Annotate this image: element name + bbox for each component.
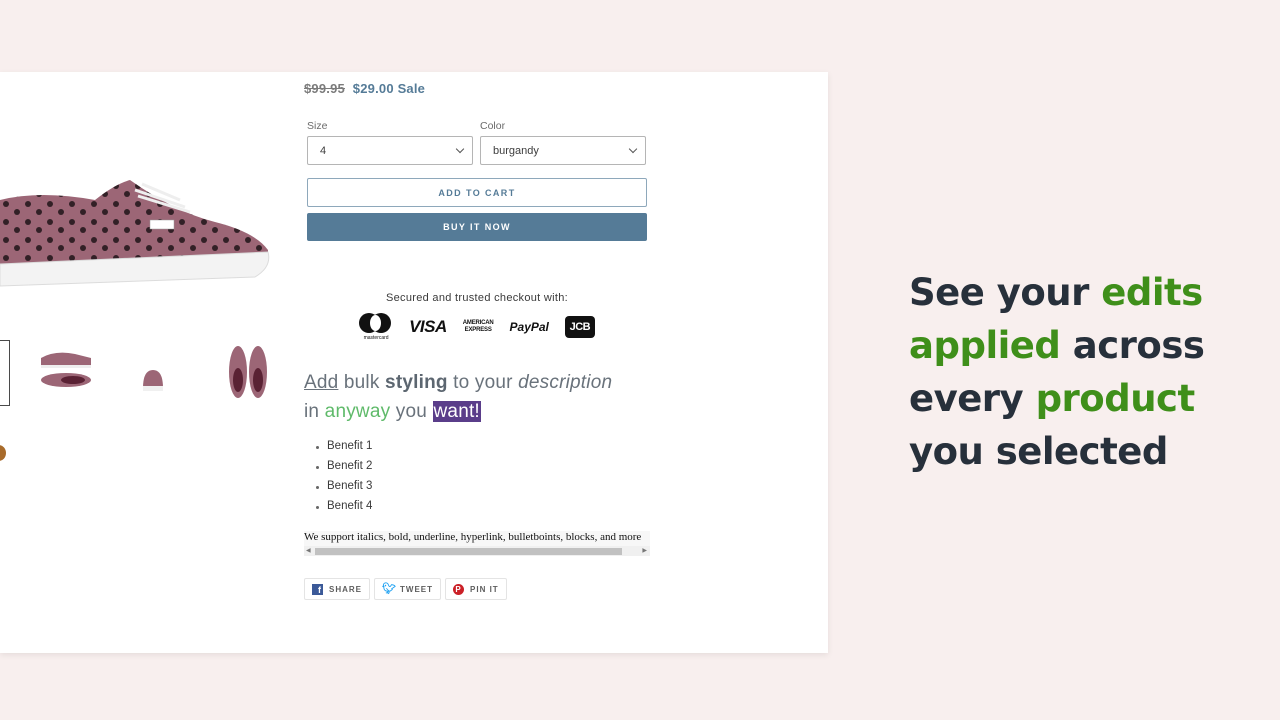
underlined-text: Add (304, 372, 339, 393)
bold-text: styling (385, 372, 448, 393)
product-description-heading: Add bulk styling to your description in … (304, 372, 613, 422)
benefits-list: Benefit 1 Benefit 2 Benefit 3 Benefit 4 (316, 440, 650, 520)
scrollbar-thumb[interactable] (315, 548, 622, 555)
product-main-image[interactable] (0, 72, 285, 322)
italic-text: description (518, 372, 613, 393)
secure-checkout-text: Secured and trusted checkout with: (385, 292, 569, 304)
size-select[interactable]: 4 (307, 136, 473, 165)
pinterest-icon: P (453, 583, 465, 595)
support-text: We support italics, bold, underline, hyp… (304, 531, 650, 546)
chevron-down-icon (455, 144, 465, 154)
color-label: Color (480, 120, 506, 132)
green-text: anyway (324, 401, 391, 422)
pinterest-pin-button[interactable]: P PIN IT (445, 578, 507, 600)
variant-selectors: Size 4 Color burgandy (307, 120, 650, 165)
support-text-block: We support italics, bold, underline, hyp… (304, 531, 650, 556)
thumbnail-2[interactable] (35, 340, 97, 406)
sale-label: Sale (397, 81, 426, 96)
thumbnail-strip (0, 340, 290, 410)
amex-icon: AMERICAN EXPRESS (462, 320, 494, 333)
twitter-icon: 🐦︎ (382, 583, 397, 595)
shoe-image (0, 180, 270, 287)
list-item: Benefit 3 (316, 480, 650, 500)
twitter-tweet-button[interactable]: 🐦︎ TWEET (374, 578, 442, 600)
size-group: Size 4 (307, 120, 473, 165)
buy-it-now-button[interactable]: BUY IT NOW (307, 213, 647, 241)
thumbnail-3[interactable] (122, 340, 184, 406)
payment-icons: mastercard VISA AMERICAN EXPRESS PayPal … (304, 312, 650, 342)
social-share: f SHARE 🐦︎ TWEET P PIN IT (304, 578, 650, 600)
facebook-icon: f (312, 583, 323, 595)
scroll-right-icon[interactable]: ▶ (642, 547, 647, 554)
sale-price: $29.00 (352, 81, 394, 96)
color-value: burgandy (493, 144, 539, 157)
paypal-icon: PayPal (509, 320, 549, 334)
add-to-cart-button[interactable]: ADD TO CART (307, 178, 647, 207)
thumbnail-4[interactable] (218, 340, 280, 406)
visa-icon: VISA (409, 317, 447, 336)
thumbnail-1[interactable] (0, 340, 10, 406)
marketing-headline: See your edits applied across every prod… (909, 271, 1205, 473)
horizontal-scrollbar[interactable]: ◀ ▶ (304, 546, 650, 556)
list-item: Benefit 2 (316, 460, 650, 480)
size-value: 4 (320, 144, 327, 157)
facebook-share-button[interactable]: f SHARE (304, 578, 371, 600)
original-price: $99.95 (304, 81, 345, 96)
color-select[interactable]: burgandy (480, 136, 646, 165)
price-row: $99.95 $29.00 Sale (304, 81, 650, 96)
list-item: Benefit 4 (316, 500, 650, 520)
product-info: $99.95 $29.00 Sale Size 4 Color burgandy… (304, 72, 650, 600)
jcb-icon: JCB (564, 316, 595, 338)
size-label: Size (307, 120, 328, 132)
color-group: Color burgandy (480, 120, 646, 165)
chevron-down-icon (628, 144, 638, 154)
scroll-left-icon[interactable]: ◀ (306, 547, 311, 554)
mastercard-icon: mastercard (359, 313, 393, 341)
list-item: Benefit 1 (316, 440, 650, 460)
color-swatch[interactable] (0, 445, 6, 461)
highlighted-text: want! (432, 401, 481, 422)
product-page-card: $99.95 $29.00 Sale Size 4 Color burgandy… (0, 72, 828, 653)
